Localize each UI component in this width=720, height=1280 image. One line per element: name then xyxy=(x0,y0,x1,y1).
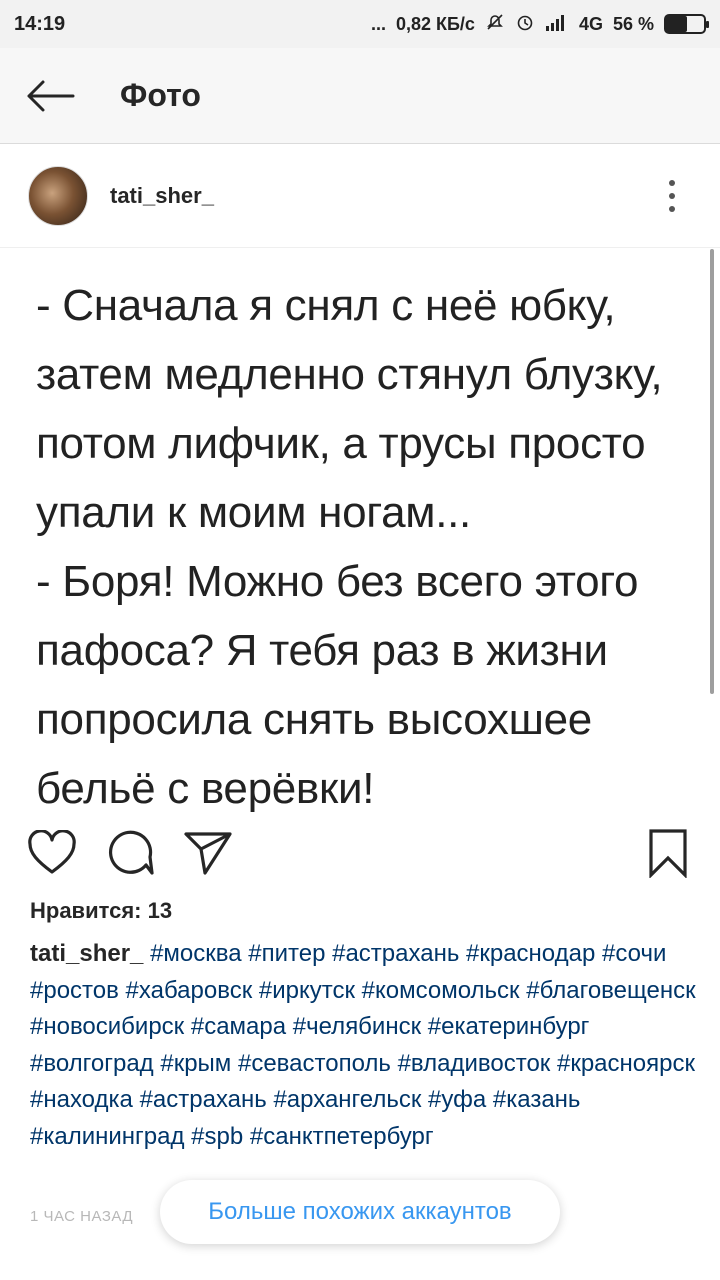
status-time: 14:19 xyxy=(14,12,66,35)
hashtag-link[interactable]: #волгоград xyxy=(30,1050,154,1077)
hashtag-link[interactable]: #новосибирск xyxy=(30,1013,184,1040)
hashtag-link[interactable]: #калининград xyxy=(30,1123,185,1150)
hashtag-link[interactable]: #челябинск xyxy=(293,1013,421,1040)
mute-icon xyxy=(485,12,505,37)
post-caption: tati_sher_ #москва #питер #астрахань #кр… xyxy=(30,936,700,1182)
hashtag-link[interactable]: #красноярск xyxy=(557,1050,695,1077)
share-button[interactable] xyxy=(182,827,234,879)
comment-button[interactable] xyxy=(104,827,156,879)
hashtag-link[interactable]: #краснодар xyxy=(466,940,595,967)
comment-icon xyxy=(109,830,154,875)
status-bar: 14:19 ... 0,82 КБ/с 4G 56 % xyxy=(0,0,720,48)
alarm-icon xyxy=(515,12,535,37)
post-header: tati_sher_ xyxy=(0,145,720,248)
hashtag-link[interactable]: #комсомольск xyxy=(362,977,520,1004)
hashtag-link[interactable]: #питер xyxy=(248,940,325,967)
action-bar xyxy=(0,820,720,886)
send-icon xyxy=(184,832,232,875)
more-options-button[interactable] xyxy=(652,166,692,226)
hashtag-link[interactable]: #архангельск xyxy=(273,1086,421,1113)
more-vertical-icon xyxy=(669,180,675,186)
avatar[interactable] xyxy=(28,166,88,226)
likes-count[interactable]: Нравится: 13 xyxy=(30,898,172,924)
hashtag-link[interactable]: #ростов xyxy=(30,977,119,1004)
hashtag-link[interactable]: #spb xyxy=(191,1123,243,1150)
heart-icon xyxy=(28,830,76,874)
post-timestamp: 1 ЧАС НАЗАД xyxy=(30,1208,134,1225)
hashtag-link[interactable]: #сочи xyxy=(602,940,666,967)
hashtag-link[interactable]: #находка xyxy=(30,1086,133,1113)
like-button[interactable] xyxy=(26,827,78,879)
network-type: 4G xyxy=(578,13,603,34)
hashtag-link[interactable]: #самара xyxy=(191,1013,286,1040)
status-dots: ... xyxy=(370,13,386,34)
hashtag-link[interactable]: #москва xyxy=(150,940,242,967)
hashtag-link[interactable]: #астрахань xyxy=(140,1086,267,1113)
back-button[interactable] xyxy=(0,48,100,144)
arrow-left-icon xyxy=(27,80,75,111)
hashtag-link[interactable]: #хабаровск xyxy=(126,977,253,1004)
caption-username[interactable]: tati_sher_ xyxy=(30,940,143,967)
bookmark-icon xyxy=(649,829,687,878)
signal-icon xyxy=(545,12,569,37)
hashtag-link[interactable]: #уфа xyxy=(428,1086,486,1113)
top-app-bar: Фото xyxy=(0,48,720,144)
hashtag-link[interactable]: #астрахань xyxy=(332,940,459,967)
hashtag-link[interactable]: #владивосток xyxy=(398,1050,551,1077)
similar-accounts-button[interactable]: Больше похожих аккаунтов xyxy=(160,1180,560,1244)
hashtag-link[interactable]: #екатеринбург xyxy=(428,1013,590,1040)
hashtag-link[interactable]: #благовещенск xyxy=(526,977,695,1004)
hashtag-link[interactable]: #севастополь xyxy=(238,1050,391,1077)
status-icons: ... 0,82 КБ/с 4G 56 % xyxy=(370,12,709,37)
post-photo[interactable]: - Сначала я снял с неё юбку, затем медле… xyxy=(0,249,720,813)
page-title: Фото xyxy=(120,77,201,113)
hashtag-link[interactable]: #санктпетербург xyxy=(250,1123,434,1150)
photo-text: - Сначала я снял с неё юбку, затем медле… xyxy=(36,281,663,813)
post-username[interactable]: tati_sher_ xyxy=(110,183,214,209)
hashtag-link[interactable]: #крым xyxy=(160,1050,231,1077)
network-speed: 0,82 КБ/с xyxy=(395,13,475,34)
battery-icon xyxy=(664,14,709,34)
hashtag-link[interactable]: #казань xyxy=(493,1086,581,1113)
save-button[interactable] xyxy=(642,827,694,879)
battery-percent: 56 % xyxy=(612,13,654,34)
scrollbar[interactable] xyxy=(710,249,714,694)
hashtag-link[interactable]: #иркутск xyxy=(259,977,355,1004)
battery-fill xyxy=(666,16,688,32)
